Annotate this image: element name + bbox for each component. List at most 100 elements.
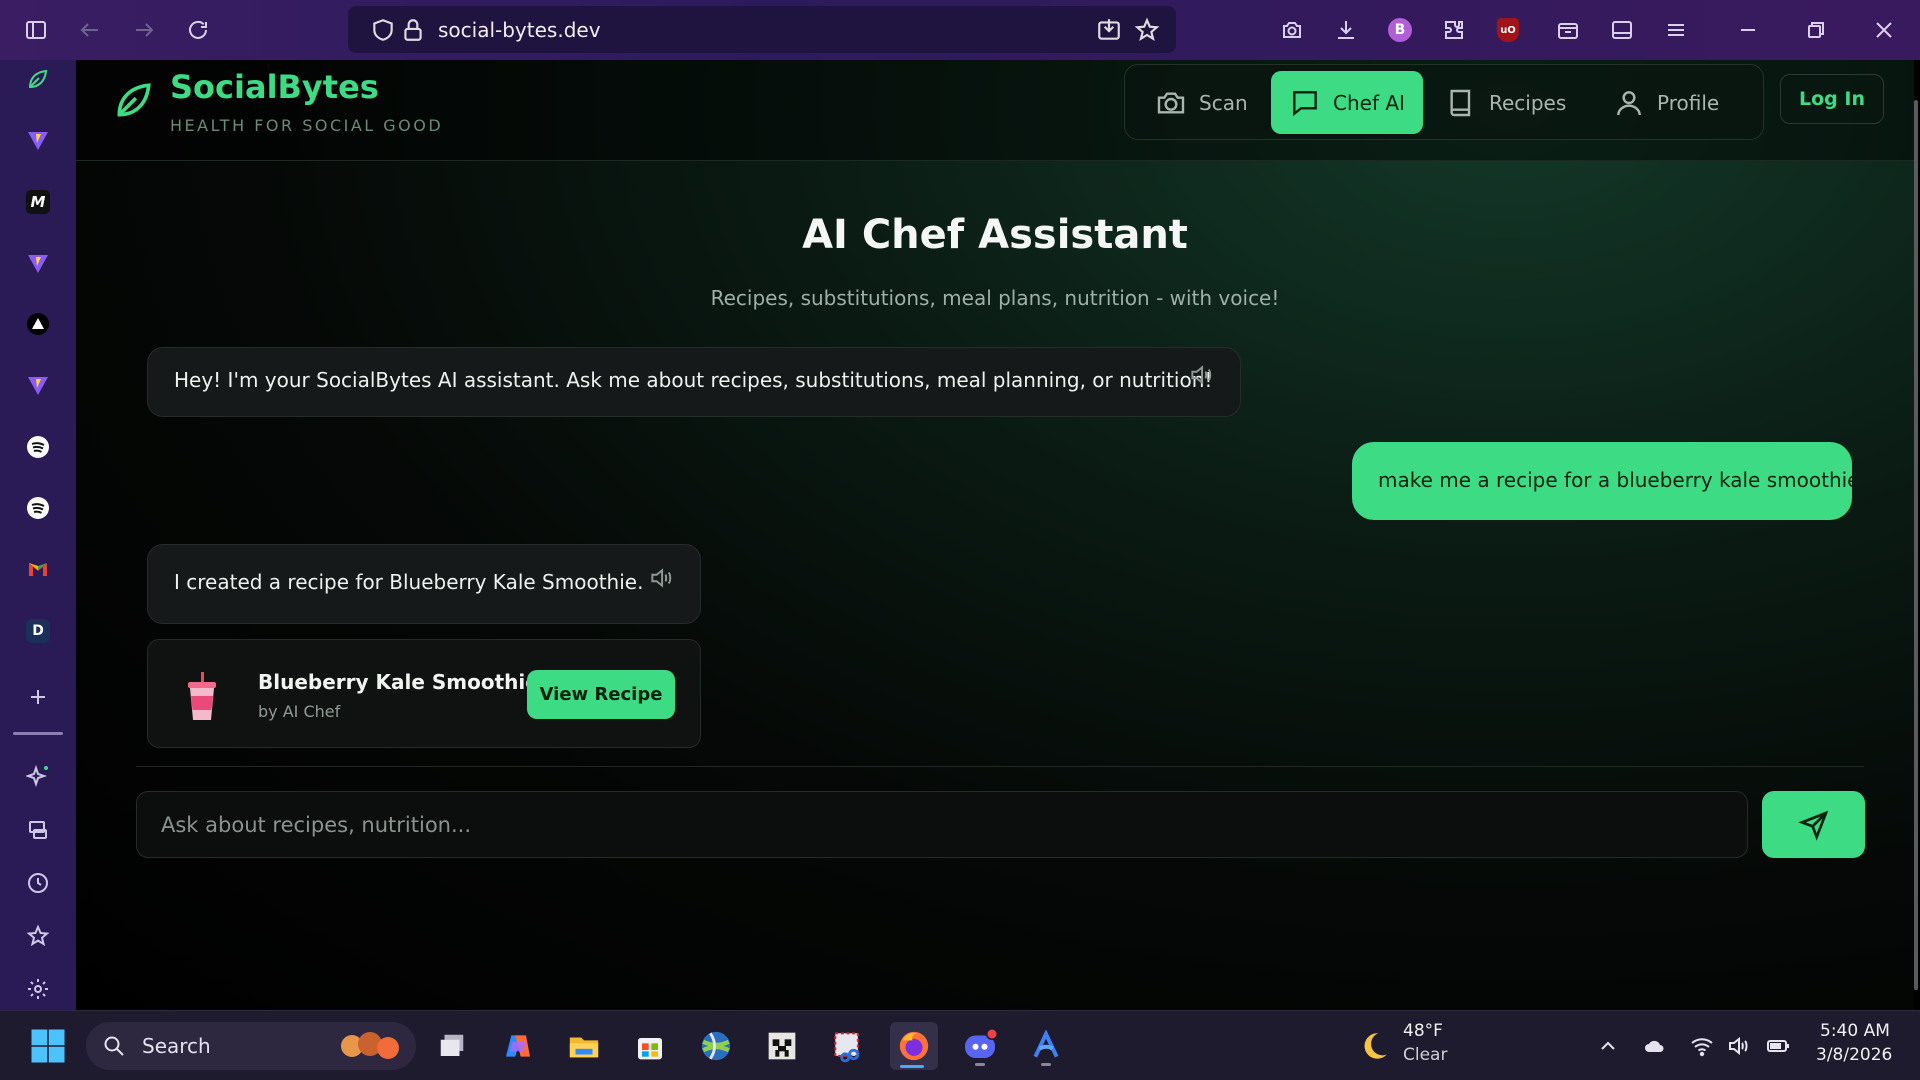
moon-weather-icon[interactable] <box>1352 1024 1396 1068</box>
page-title: AI Chef Assistant <box>802 212 1188 258</box>
battery-icon[interactable] <box>1756 1024 1800 1068</box>
m-app-icon[interactable]: M <box>19 183 57 221</box>
vite-icon-3[interactable] <box>19 366 57 404</box>
taskbar-search[interactable]: Search <box>86 1022 416 1070</box>
ublock-icon[interactable]: uO <box>1490 12 1526 48</box>
clock-date[interactable]: 3/8/2026 <box>1816 1045 1892 1065</box>
user-message: make me a recipe for a blueberry kale sm… <box>1352 442 1852 520</box>
main-nav: Scan Chef AI Recipes Profile <box>1124 64 1764 140</box>
running-indicator <box>975 1063 985 1066</box>
recipe-card[interactable]: Blueberry Kale Smoothie by AI Chef View … <box>147 639 701 748</box>
chat-icon <box>1293 90 1317 116</box>
copilot-icon[interactable] <box>496 1024 540 1068</box>
windows-start-icon[interactable] <box>26 1024 70 1068</box>
spotify-icon[interactable] <box>19 428 57 466</box>
taskbar: Search 48°F Clear 5:40 AM 3/8/2026 <box>0 1010 1920 1080</box>
user-icon <box>1617 90 1641 115</box>
account-avatar-icon[interactable]: B <box>1382 12 1418 48</box>
shield-icon[interactable] <box>370 17 396 43</box>
search-highlight-icon <box>341 1032 399 1059</box>
assistant-message: I created a recipe for Blueberry Kale Sm… <box>147 544 701 624</box>
settings-gear-icon[interactable] <box>19 970 57 1008</box>
volume-icon[interactable] <box>1716 1024 1760 1068</box>
book-icon <box>1450 89 1471 116</box>
nav-chef-ai-label: Chef AI <box>1333 90 1405 115</box>
chevron-up-icon[interactable] <box>1586 1024 1630 1068</box>
assistant-message-text: I created a recipe for Blueberry Kale Sm… <box>174 570 644 594</box>
back-icon[interactable] <box>72 12 108 48</box>
taskbar-search-label: Search <box>142 1034 211 1058</box>
nav-profile-label: Profile <box>1657 90 1720 115</box>
composer-divider <box>136 766 1864 767</box>
recipe-author: by AI Chef <box>258 702 341 721</box>
page-scrollbar[interactable] <box>1914 100 1918 990</box>
leaf-icon[interactable] <box>19 60 57 98</box>
bookmarks-icon[interactable] <box>19 917 57 955</box>
gmail-icon[interactable] <box>19 550 57 588</box>
close-icon[interactable] <box>1866 12 1902 48</box>
smoothie-cup-icon <box>184 672 220 722</box>
microsoft-store-icon[interactable] <box>628 1024 672 1068</box>
sidebar-panel-icon[interactable] <box>1604 12 1640 48</box>
d-app-icon[interactable]: D <box>19 612 57 650</box>
downloads-icon[interactable] <box>1328 12 1364 48</box>
nav-chef-ai[interactable]: Chef AI <box>1271 71 1423 134</box>
brand-name[interactable]: SocialBytes <box>170 68 379 106</box>
view-recipe-button[interactable]: View Recipe <box>527 670 675 719</box>
forward-icon[interactable] <box>126 12 162 48</box>
screenshot-icon[interactable] <box>1274 12 1310 48</box>
discord-icon[interactable] <box>958 1024 1002 1068</box>
containers-icon[interactable] <box>1550 12 1586 48</box>
reload-icon[interactable] <box>180 12 216 48</box>
speaker-icon[interactable] <box>648 565 674 591</box>
nav-recipes[interactable]: Recipes <box>1427 71 1584 134</box>
browser-sidebar: M D <box>0 60 76 1010</box>
browser-toolbar: social-bytes.dev B uO <box>0 0 1920 60</box>
arc-app-icon[interactable] <box>1024 1024 1068 1068</box>
task-view-icon[interactable] <box>430 1024 474 1068</box>
onedrive-cloud-icon[interactable] <box>1632 1024 1676 1068</box>
send-button[interactable] <box>1762 791 1865 858</box>
weather-condition[interactable]: Clear <box>1403 1045 1447 1065</box>
firefox-icon[interactable] <box>890 1022 938 1070</box>
assistant-message: Hey! I'm your SocialBytes AI assistant. … <box>147 347 1241 417</box>
bookmark-star-icon[interactable] <box>1134 17 1160 43</box>
chat-input[interactable] <box>136 791 1748 858</box>
snipping-tool-icon[interactable] <box>826 1024 870 1068</box>
vite-icon-2[interactable] <box>19 244 57 282</box>
add-panel-icon[interactable] <box>19 678 57 716</box>
url-text: social-bytes.dev <box>438 18 601 42</box>
recipe-title: Blueberry Kale Smoothie <box>258 670 539 694</box>
weather-temperature[interactable]: 48°F <box>1403 1021 1443 1041</box>
search-icon <box>104 1036 124 1056</box>
synced-tabs-icon[interactable] <box>19 811 57 849</box>
minimize-icon[interactable] <box>1730 12 1766 48</box>
nav-scan[interactable]: Scan <box>1137 71 1266 134</box>
speaker-icon[interactable] <box>1188 362 1214 388</box>
spotify-icon-2[interactable] <box>19 489 57 527</box>
extensions-icon[interactable] <box>1436 12 1472 48</box>
nav-profile[interactable]: Profile <box>1595 71 1737 134</box>
clock-time[interactable]: 5:40 AM <box>1820 1021 1890 1041</box>
address-bar[interactable]: social-bytes.dev <box>348 6 1176 53</box>
login-button[interactable]: Log In <box>1780 74 1884 124</box>
lock-icon[interactable] <box>400 17 426 43</box>
user-message-text: make me a recipe for a blueberry kale sm… <box>1378 468 1852 492</box>
history-icon[interactable] <box>19 864 57 902</box>
camera-icon <box>1157 91 1185 114</box>
running-indicator <box>900 1065 924 1068</box>
sidebar-toggle-icon[interactable] <box>18 12 54 48</box>
restore-icon[interactable] <box>1798 12 1834 48</box>
nav-recipes-label: Recipes <box>1489 90 1567 115</box>
install-app-icon[interactable] <box>1096 17 1122 43</box>
sidebar-divider <box>13 732 63 735</box>
leaf-logo-icon[interactable] <box>112 78 156 122</box>
vercel-icon[interactable] <box>19 305 57 343</box>
globe-app-icon[interactable] <box>694 1024 738 1068</box>
file-explorer-icon[interactable] <box>562 1024 606 1068</box>
ai-sparkle-icon[interactable] <box>19 758 57 796</box>
menu-icon[interactable] <box>1658 12 1694 48</box>
running-indicator <box>1041 1063 1051 1066</box>
minecraft-icon[interactable] <box>760 1024 804 1068</box>
vite-icon[interactable] <box>19 121 57 159</box>
